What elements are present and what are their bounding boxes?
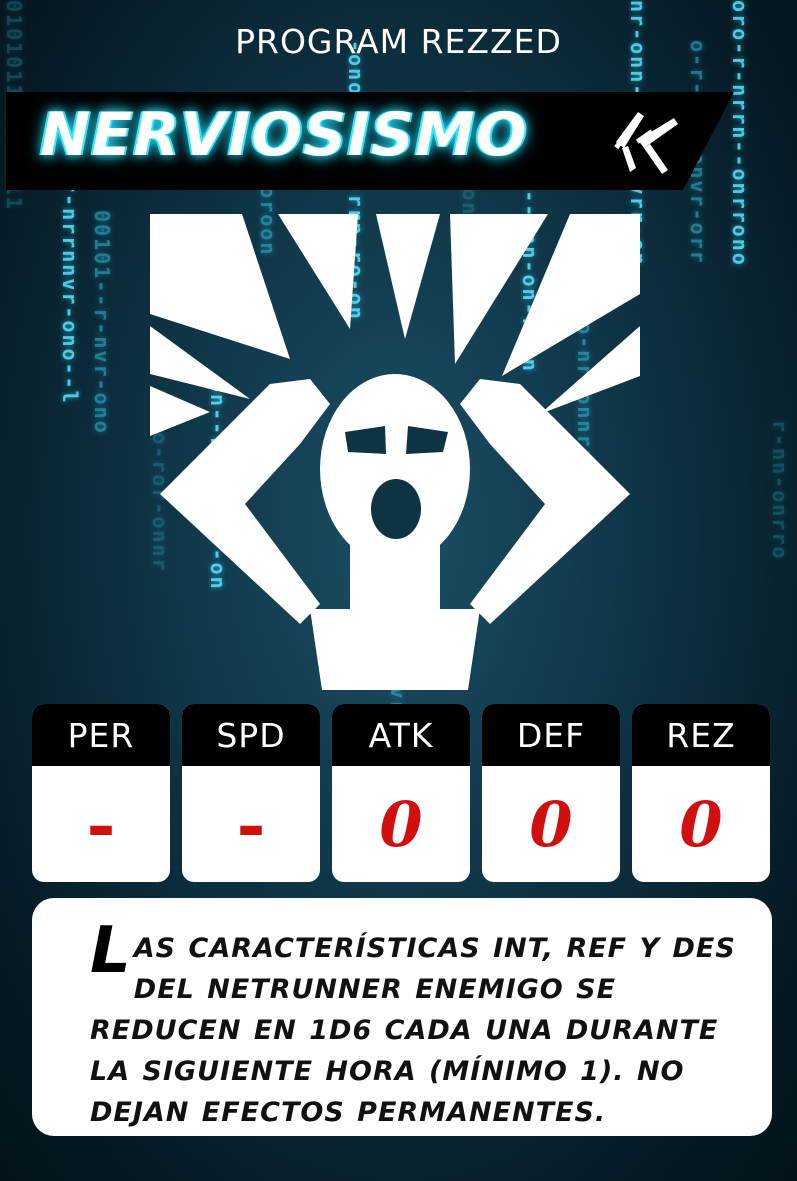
stat-value: 0 — [379, 787, 423, 861]
stat-rez: REZ 0 — [632, 704, 770, 882]
crossed-knives-icon — [614, 112, 678, 174]
stat-label: PER — [32, 704, 170, 766]
stat-label: REZ — [632, 704, 770, 766]
stat-value: 0 — [529, 787, 573, 861]
description-text: Las características INT, REF y DES del n… — [90, 919, 742, 1133]
stat-label: DEF — [482, 704, 620, 766]
card-header: PROGRAM REZZED — [235, 22, 562, 61]
stat-spd: SPD - — [182, 704, 320, 882]
stat-value: - — [236, 782, 266, 866]
description-body: as características INT, REF y DES del ne… — [90, 933, 736, 1128]
stat-per: PER - — [32, 704, 170, 882]
stat-atk: ATK 0 — [332, 704, 470, 882]
stat-label: ATK — [332, 704, 470, 766]
stat-label: SPD — [182, 704, 320, 766]
card-title: NERVIOSISMO — [40, 100, 528, 170]
description-box: Las características INT, REF y DES del n… — [32, 898, 772, 1136]
stat-value: - — [86, 782, 116, 866]
stat-def: DEF 0 — [482, 704, 620, 882]
description-dropcap: L — [90, 914, 132, 988]
screaming-person-icon — [150, 214, 640, 690]
stat-value: 0 — [679, 787, 723, 861]
